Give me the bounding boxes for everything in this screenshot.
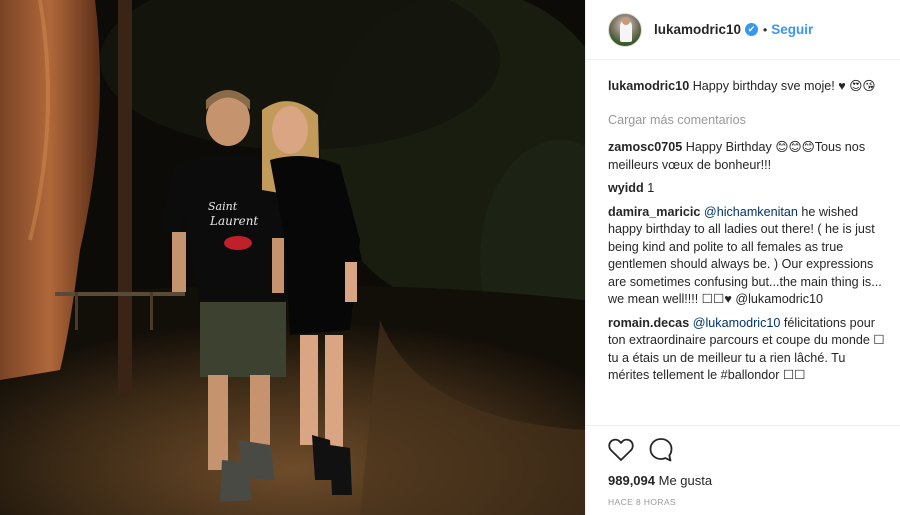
post-actions: 989,094 Me gusta HACE 8 HORAS (586, 425, 900, 515)
caption: lukamodric10 Happy birthday sve moje! ♥ … (608, 78, 886, 96)
follow-button[interactable]: Seguir (771, 22, 813, 37)
comment-bubble-icon[interactable] (648, 437, 674, 463)
comment-item: zamosc0705 Happy Birthday 😊😊😊Tous nos me… (608, 139, 886, 174)
post-side-panel: lukamodric10 ✔ • Seguir lukamodric10 Hap… (585, 0, 900, 515)
post-photo[interactable]: Saint Laurent (0, 0, 585, 515)
comment-text: 1 (647, 181, 655, 195)
likes-label: Me gusta (658, 473, 713, 488)
comment-mention-link[interactable]: @lukamodric10 (693, 316, 781, 330)
comment-username[interactable]: zamosc0705 (608, 140, 682, 154)
comment-item: romain.decas @lukamodric10 félicitations… (608, 315, 886, 385)
heart-icon[interactable] (608, 438, 634, 462)
comment-mention-link[interactable]: @hichamkenitan (704, 205, 798, 219)
post-header: lukamodric10 ✔ • Seguir (586, 0, 900, 60)
comment-item: wyidd 1 (608, 180, 886, 198)
load-more-comments-button[interactable]: Cargar más comentarios (608, 112, 886, 130)
likes-number: 989,094 (608, 473, 655, 488)
header-username[interactable]: lukamodric10 (654, 22, 741, 37)
comment-username[interactable]: wyidd (608, 181, 644, 195)
comments-list: lukamodric10 Happy birthday sve moje! ♥ … (608, 78, 886, 391)
svg-text:Saint: Saint (208, 200, 238, 213)
verified-badge-icon: ✔ (745, 23, 759, 36)
separator-dot: • (763, 22, 768, 37)
comment-username[interactable]: damira_maricic (608, 205, 700, 219)
avatar[interactable] (608, 12, 642, 47)
avatar-head (622, 16, 630, 25)
photo-illustration: Saint Laurent (0, 0, 585, 515)
svg-text:Laurent: Laurent (209, 214, 258, 228)
action-icons (608, 436, 879, 464)
comment-username[interactable]: romain.decas (608, 316, 689, 330)
comment-item: damira_maricic @hichamkenitan he wished … (608, 204, 886, 309)
comment-text: he wished happy birthday to all ladies o… (608, 204, 882, 307)
caption-username[interactable]: lukamodric10 (608, 79, 689, 93)
likes-count[interactable]: 989,094 Me gusta (608, 473, 879, 488)
caption-text: Happy birthday sve moje! ♥ 😍😘 (692, 79, 876, 93)
post-timestamp[interactable]: HACE 8 HORAS (608, 497, 879, 507)
